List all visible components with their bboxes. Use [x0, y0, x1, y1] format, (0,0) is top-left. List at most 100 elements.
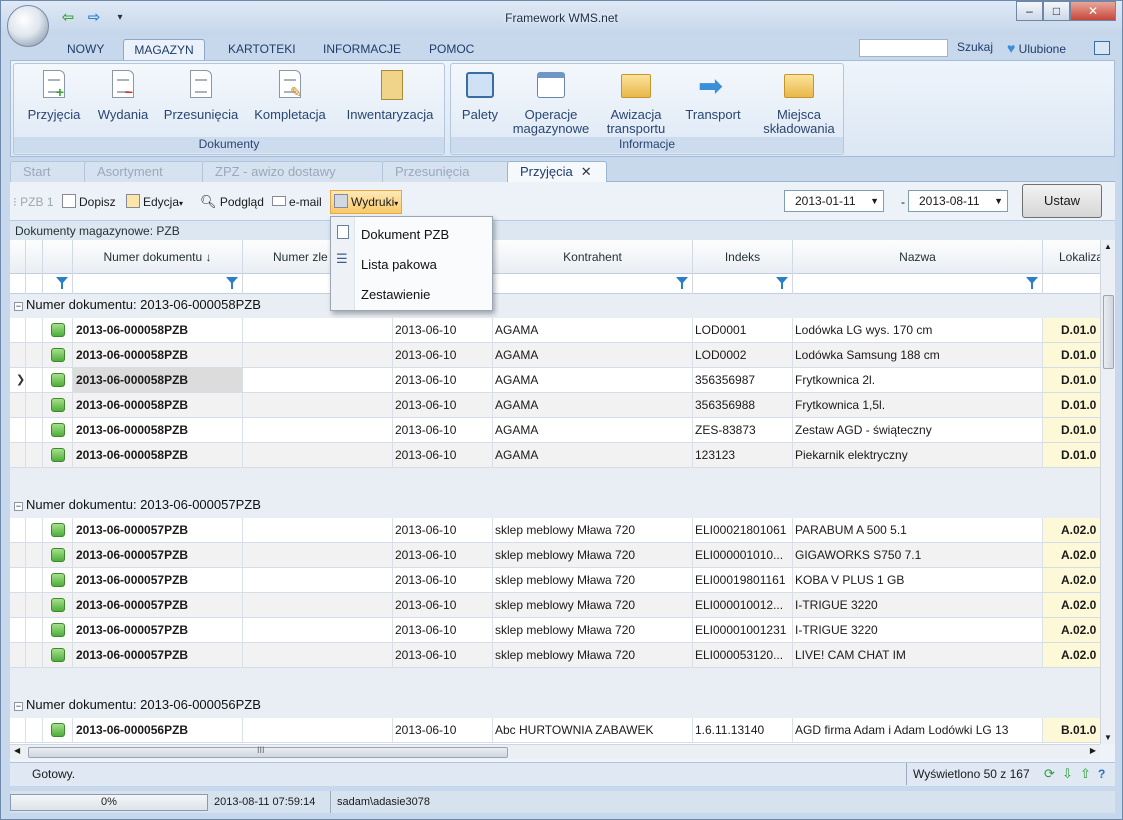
cell[interactable]: D.01.0: [1043, 393, 1100, 417]
filter-cell[interactable]: [73, 274, 243, 294]
cell[interactable]: B.01.0: [1043, 718, 1100, 742]
cell[interactable]: [243, 368, 393, 392]
group-header-row[interactable]: − Numer dokumentu: 2013-06-000058PZB: [10, 294, 1100, 318]
date-to-picker[interactable]: 2013-08-11 ▼: [908, 190, 1008, 212]
scroll-right-icon[interactable]: ▶: [1090, 746, 1096, 755]
cell[interactable]: ZES-83873: [693, 418, 793, 442]
cell[interactable]: ELI00021801061: [693, 518, 793, 542]
cell[interactable]: 356356988: [693, 393, 793, 417]
cell[interactable]: 2013-06-000058PZB: [73, 418, 243, 442]
export-icon[interactable]: ⇩: [1062, 763, 1073, 785]
cell[interactable]: I-TRIGUE 3220: [793, 593, 1043, 617]
table-row[interactable]: 2013-06-000057PZB 2013-06-10 sklep meblowy…: [10, 618, 1100, 643]
cell[interactable]: AGAMA: [493, 318, 693, 342]
app-orb-button[interactable]: [7, 5, 49, 47]
scroll-left-icon[interactable]: ◀: [14, 746, 20, 755]
inwentaryzacja-button[interactable]: Inwentaryzacja: [340, 68, 440, 122]
close-button[interactable]: ✕: [1070, 1, 1116, 21]
cell[interactable]: A.02.0: [1043, 593, 1100, 617]
cell[interactable]: 2013-06-000057PZB: [73, 543, 243, 567]
cell[interactable]: D.01.0: [1043, 318, 1100, 342]
cell[interactable]: D.01.0: [1043, 343, 1100, 367]
row-indicator[interactable]: [10, 593, 26, 617]
table-row[interactable]: 2013-06-000057PZB 2013-06-10 sklep meblowy…: [10, 543, 1100, 568]
cell[interactable]: D.01.0: [1043, 418, 1100, 442]
tab-informacje[interactable]: INFORMACJE: [319, 39, 405, 61]
row-indicator[interactable]: [10, 543, 26, 567]
kompletacja-button[interactable]: ✎ Kompletacja: [248, 68, 332, 122]
cell[interactable]: [243, 318, 393, 342]
search-button[interactable]: Szukaj: [957, 40, 993, 54]
cell[interactable]: Abc HURTOWNIA ZABAWEK: [493, 718, 693, 742]
cell[interactable]: I-TRIGUE 3220: [793, 618, 1043, 642]
tab-magazyn[interactable]: MAGAZYN: [123, 39, 205, 61]
doc-tab-przesuniecia[interactable]: Przesunięcia: [382, 161, 510, 182]
cell[interactable]: 2013-06-000058PZB: [73, 443, 243, 467]
cell[interactable]: ELI00019801161: [693, 568, 793, 592]
col-indeks[interactable]: Indeks: [693, 240, 793, 274]
cell[interactable]: [243, 393, 393, 417]
cell[interactable]: [243, 643, 393, 667]
cell[interactable]: 2013-06-10: [393, 643, 493, 667]
row-indicator[interactable]: [10, 643, 26, 667]
vertical-scrollbar[interactable]: ▲ ▼: [1100, 240, 1115, 744]
filter-cell[interactable]: [1043, 274, 1100, 294]
cell[interactable]: [243, 543, 393, 567]
cell[interactable]: D.01.0: [1043, 443, 1100, 467]
cell[interactable]: PARABUM A 500 5.1: [793, 518, 1043, 542]
filter-icon[interactable]: [226, 277, 238, 289]
cell[interactable]: 2013-06-10: [393, 418, 493, 442]
cell[interactable]: 2013-06-000058PZB: [73, 368, 243, 392]
cell[interactable]: 2013-06-000057PZB: [73, 643, 243, 667]
cell[interactable]: A.02.0: [1043, 543, 1100, 567]
cell[interactable]: 2013-06-10: [393, 718, 493, 742]
cell[interactable]: 2013-06-000058PZB: [73, 393, 243, 417]
przyjecia-button[interactable]: + Przyjęcia: [18, 68, 90, 122]
row-indicator[interactable]: [10, 718, 26, 742]
table-row[interactable]: 2013-06-000057PZB 2013-06-10 sklep meblowy…: [10, 518, 1100, 543]
cell[interactable]: 2013-06-000057PZB: [73, 518, 243, 542]
table-row[interactable]: 2013-06-000057PZB 2013-06-10 sklep meblowy…: [10, 593, 1100, 618]
cell[interactable]: ELI000001010...: [693, 543, 793, 567]
row-indicator[interactable]: [10, 518, 26, 542]
filter-cell[interactable]: [43, 274, 73, 294]
cell[interactable]: 2013-06-10: [393, 518, 493, 542]
cell[interactable]: sklep meblowy Mława 720: [493, 618, 693, 642]
cell[interactable]: 2013-06-10: [393, 618, 493, 642]
email-button[interactable]: e-mail: [272, 192, 322, 214]
search-input[interactable]: [859, 39, 948, 57]
cell[interactable]: AGAMA: [493, 368, 693, 392]
cell[interactable]: ELI000010012...: [693, 593, 793, 617]
favorites-button[interactable]: ♥ Ulubione: [1007, 40, 1066, 56]
awizacja-transportu-button[interactable]: Awizacja transportu: [601, 68, 671, 136]
tab-kartoteki[interactable]: KARTOTEKI: [224, 39, 300, 61]
cell[interactable]: 2013-06-10: [393, 593, 493, 617]
cell[interactable]: 2013-06-000057PZB: [73, 593, 243, 617]
cell[interactable]: 2013-06-10: [393, 443, 493, 467]
cell[interactable]: [243, 593, 393, 617]
cell[interactable]: 2013-06-10: [393, 318, 493, 342]
miejsca-skladowania-button[interactable]: Miejsca składowania: [757, 68, 841, 136]
collapse-icon[interactable]: −: [14, 702, 23, 711]
cell[interactable]: sklep meblowy Mława 720: [493, 643, 693, 667]
cell[interactable]: 2013-06-10: [393, 568, 493, 592]
cell[interactable]: AGAMA: [493, 393, 693, 417]
podglad-button[interactable]: 🔍︎ Podgląd: [200, 192, 264, 214]
cell[interactable]: Lodówka Samsung 188 cm: [793, 343, 1043, 367]
table-row[interactable]: 2013-06-000058PZB 2013-06-10 AGAMA LOD0001 L…: [10, 318, 1100, 343]
table-row[interactable]: ❯ 2013-06-000058PZB 2013-06-10 AGAMA 3563569…: [10, 368, 1100, 393]
close-tab-icon[interactable]: ✕: [581, 164, 592, 179]
tab-nowy[interactable]: NOWY: [63, 39, 108, 61]
collapse-icon[interactable]: −: [14, 502, 23, 511]
cell[interactable]: Frytkownica 1,5l.: [793, 393, 1043, 417]
filter-icon[interactable]: [56, 277, 68, 289]
cell[interactable]: ELI000053120...: [693, 643, 793, 667]
cell[interactable]: D.01.0: [1043, 368, 1100, 392]
cell[interactable]: A.02.0: [1043, 518, 1100, 542]
refresh-icon[interactable]: ⟳: [1044, 763, 1055, 785]
filter-cell[interactable]: [693, 274, 793, 294]
doc-tab-asortyment[interactable]: Asortyment: [84, 161, 204, 182]
cell[interactable]: 2013-06-000058PZB: [73, 343, 243, 367]
minimize-button[interactable]: –: [1016, 1, 1043, 21]
cell[interactable]: 2013-06-000057PZB: [73, 618, 243, 642]
